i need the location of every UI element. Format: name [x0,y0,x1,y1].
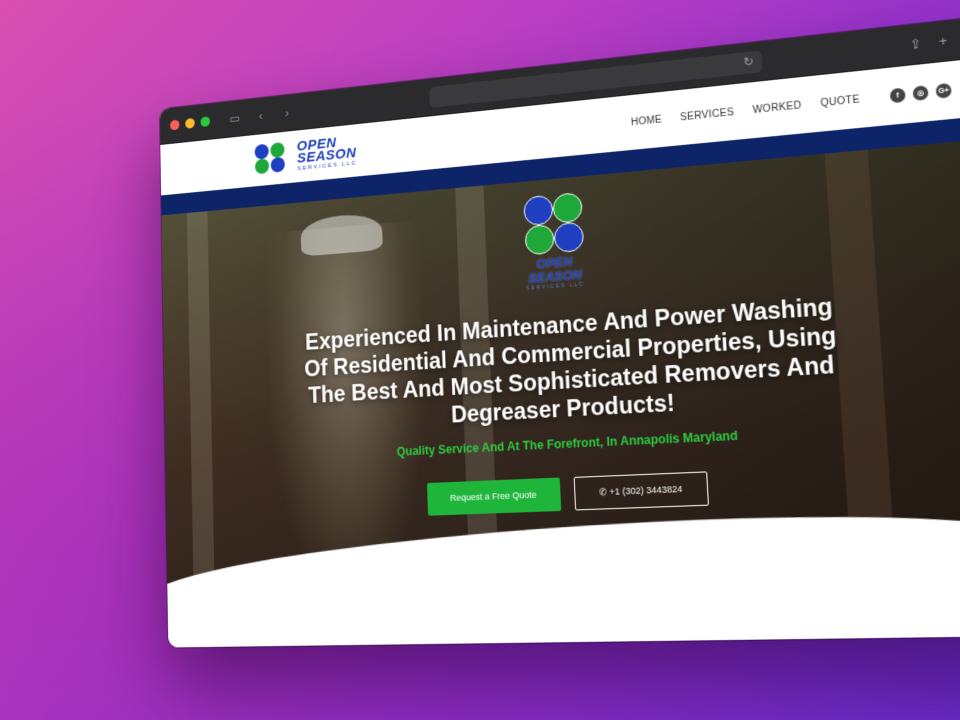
nav-item-worked[interactable]: WORKED [752,100,802,116]
nav-item-services[interactable]: SERVICES [680,107,734,123]
browser-window: ▭ ‹ › ↻ ⇪ + ▦ OPEN [160,16,960,648]
stage: ▭ ‹ › ↻ ⇪ + ▦ OPEN [0,0,960,720]
sidebar-icon[interactable]: ▭ [228,110,242,126]
nav-item-quote[interactable]: QUOTE [820,94,860,109]
call-phone-button[interactable]: ✆ +1 (302) 3443824 [573,471,709,510]
phone-icon: ✆ [599,487,610,498]
hero-headline: Experienced In Maintenance And Power Was… [294,291,852,436]
hero-cta-row: Request a Free Quote ✆ +1 (302) 3443824 [166,458,960,525]
new-tab-icon[interactable]: + [938,32,948,49]
google-plus-icon[interactable]: G+ [935,83,951,99]
forward-icon[interactable]: › [280,105,294,120]
hero-section: OPEN SEASON SERVICES LLC Experienced In … [161,137,960,588]
facebook-icon[interactable]: f [890,88,906,104]
reload-icon[interactable]: ↻ [743,54,754,69]
hero-content: OPEN SEASON SERVICES LLC Experienced In … [162,152,960,525]
nav-item-home[interactable]: HOME [631,114,663,128]
main-nav: HOME SERVICES WORKED QUOTE [631,94,861,128]
logo-emblem-icon [255,141,293,176]
back-icon[interactable]: ‹ [254,108,268,123]
hero-logo-emblem-icon [520,190,585,258]
minimize-window-button[interactable] [185,118,195,129]
hero-tagline: Quality Service And At The Forefront, In… [165,415,960,470]
instagram-icon[interactable]: ◎ [912,85,928,101]
social-links: f ◎ G+ [890,83,952,104]
browser-actions: ⇪ + ▦ [909,29,960,53]
share-icon[interactable]: ⇪ [909,35,922,53]
close-window-button[interactable] [170,120,179,131]
maximize-window-button[interactable] [200,116,210,127]
request-quote-button[interactable]: Request a Free Quote [427,477,561,515]
phone-number: +1 (302) 3443824 [609,484,682,497]
site-logo[interactable]: OPEN SEASON SERVICES LLC [255,134,358,176]
